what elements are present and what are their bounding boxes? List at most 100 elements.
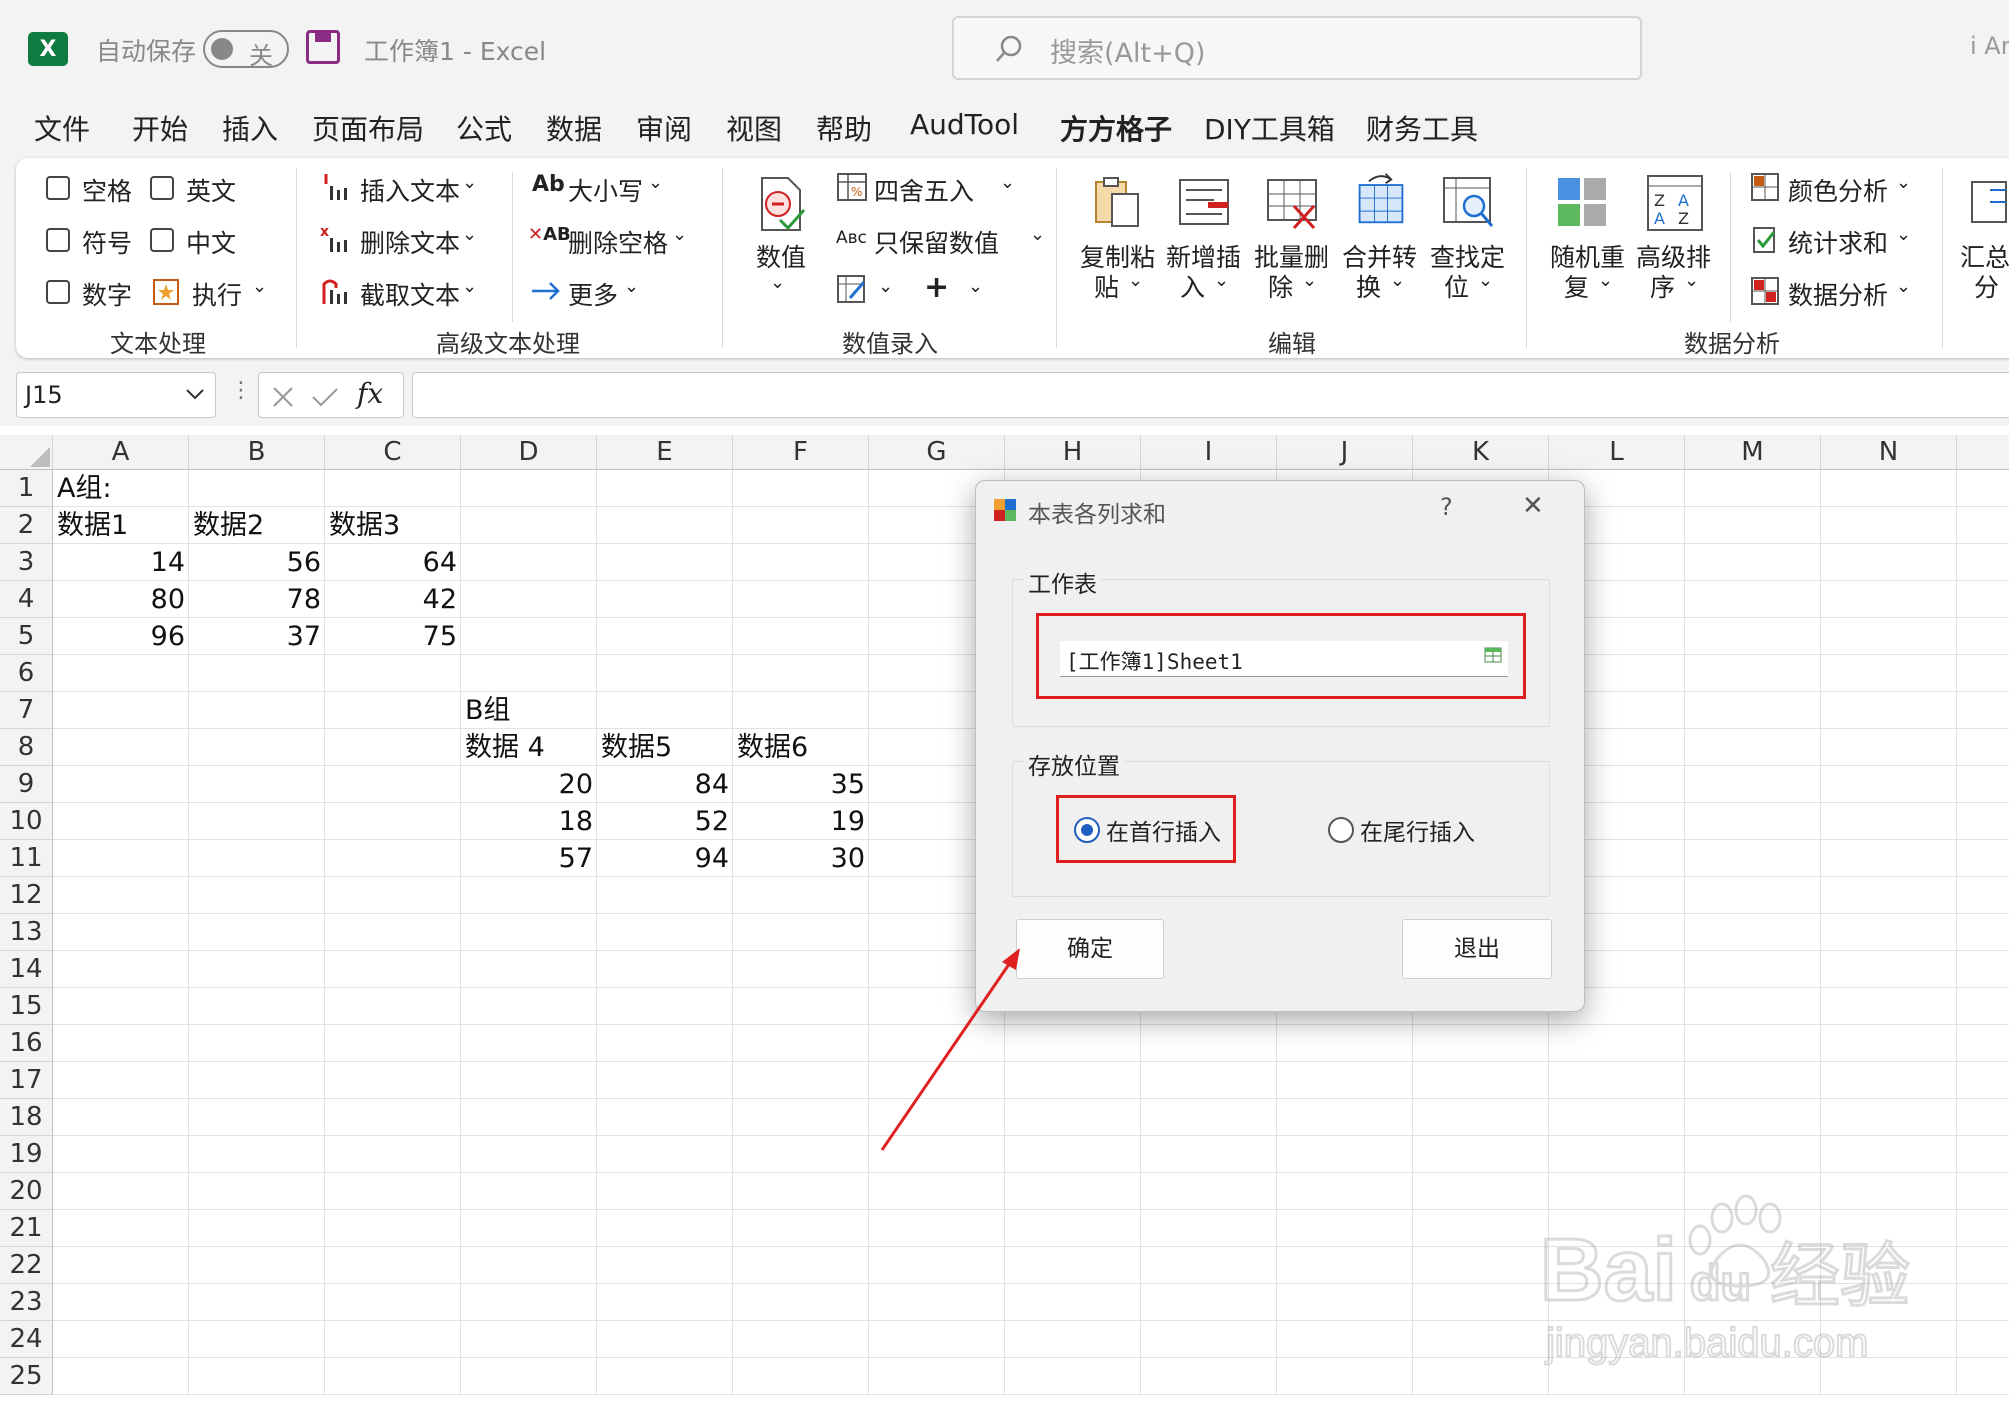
checkbox-symbol[interactable] (46, 228, 70, 252)
confirm-icon[interactable] (311, 385, 339, 409)
cell-f10[interactable]: 19 (733, 803, 869, 840)
column-header-b[interactable]: B (189, 435, 325, 470)
radio-last-row[interactable] (1328, 817, 1354, 843)
chevron-down-icon[interactable]: ⌄ (1478, 270, 1493, 291)
column-header-l[interactable]: L (1549, 435, 1685, 470)
cell-f11[interactable]: 30 (733, 840, 869, 877)
column-header-k[interactable]: K (1413, 435, 1549, 470)
chevron-down-icon[interactable]: ⌄ (770, 272, 785, 293)
color-analysis-button[interactable]: 颜色分析 (1788, 172, 1888, 208)
tab-data[interactable]: 数据 (546, 108, 602, 148)
select-all-corner[interactable] (0, 435, 53, 470)
cell-a3[interactable]: 14 (53, 544, 189, 581)
chevron-down-icon[interactable]: ⌄ (878, 276, 893, 297)
row-header-10[interactable]: 10 (0, 803, 53, 840)
row-header-14[interactable]: 14 (0, 951, 53, 988)
row-header-11[interactable]: 11 (0, 840, 53, 877)
chevron-down-icon[interactable]: ⌄ (462, 172, 477, 193)
row-header-20[interactable]: 20 (0, 1173, 53, 1210)
row-header-24[interactable]: 24 (0, 1321, 53, 1358)
cell-f9[interactable]: 35 (733, 766, 869, 803)
chevron-down-icon[interactable]: ⌄ (1000, 172, 1015, 193)
tab-page-layout[interactable]: 页面布局 (312, 108, 424, 148)
cell-e8[interactable]: 数据5 (597, 729, 733, 766)
more-button[interactable]: 更多 (568, 276, 618, 312)
cell-a5[interactable]: 96 (53, 618, 189, 655)
chevron-down-icon[interactable]: ⌄ (462, 224, 477, 245)
chevron-down-icon[interactable]: ⌄ (1896, 224, 1911, 245)
chevron-down-icon[interactable]: ⌄ (648, 172, 663, 193)
tab-view[interactable]: 视图 (726, 108, 782, 148)
row-header-5[interactable]: 5 (0, 618, 53, 655)
extract-text-button[interactable]: 截取文本 (360, 276, 460, 312)
chevron-down-icon[interactable]: ⌄ (1896, 276, 1911, 297)
chevron-down-icon[interactable]: ⌄ (252, 276, 267, 297)
chevron-down-icon[interactable]: ⌄ (1128, 270, 1143, 291)
tab-help[interactable]: 帮助 (816, 108, 872, 148)
row-header-2[interactable]: 2 (0, 507, 53, 544)
row-header-13[interactable]: 13 (0, 914, 53, 951)
row-header-9[interactable]: 9 (0, 766, 53, 803)
cell-a2[interactable]: 数据1 (53, 507, 189, 544)
insert-text-button[interactable]: 插入文本 (360, 172, 460, 208)
row-header-17[interactable]: 17 (0, 1062, 53, 1099)
cell-b3[interactable]: 56 (189, 544, 325, 581)
chevron-down-icon[interactable]: ⌄ (1302, 270, 1317, 291)
column-header-a[interactable]: A (53, 435, 189, 470)
user-name[interactable]: i An (1970, 32, 2009, 60)
row-header-21[interactable]: 21 (0, 1210, 53, 1247)
row-header-3[interactable]: 3 (0, 544, 53, 581)
stat-sum-button[interactable]: 统计求和 (1788, 224, 1888, 260)
cell-f8[interactable]: 数据6 (733, 729, 869, 766)
row-header-7[interactable]: 7 (0, 692, 53, 729)
chevron-down-icon[interactable]: ⌄ (1896, 172, 1911, 193)
checkbox-number[interactable] (46, 280, 70, 304)
tab-diy-toolbox[interactable]: DIY工具箱 (1204, 108, 1335, 148)
close-icon[interactable]: ✕ (1522, 491, 1544, 521)
column-header-c[interactable]: C (325, 435, 461, 470)
cell-d10[interactable]: 18 (461, 803, 597, 840)
checkbox-space[interactable] (46, 176, 70, 200)
tab-fangfanggezi[interactable]: 方方格子 (1060, 108, 1173, 158)
number-button[interactable]: 数值 (756, 238, 806, 274)
cell-b5[interactable]: 37 (189, 618, 325, 655)
cell-a4[interactable]: 80 (53, 581, 189, 618)
row-header-1[interactable]: 1 (0, 470, 53, 507)
chevron-down-icon[interactable]: ⌄ (462, 276, 477, 297)
cell-b4[interactable]: 78 (189, 581, 325, 618)
chevron-down-icon[interactable] (185, 387, 205, 401)
row-header-16[interactable]: 16 (0, 1025, 53, 1062)
autosave-toggle[interactable]: 关 (203, 30, 289, 70)
chevron-down-icon[interactable]: ⌄ (672, 224, 687, 245)
round-button[interactable]: 四舍五入 (874, 172, 974, 208)
row-header-12[interactable]: 12 (0, 877, 53, 914)
column-header-f[interactable]: F (733, 435, 869, 470)
row-header-18[interactable]: 18 (0, 1099, 53, 1136)
cell-c4[interactable]: 42 (325, 581, 461, 618)
cell-e9[interactable]: 84 (597, 766, 733, 803)
cell-d8[interactable]: 数据 4 (461, 729, 597, 766)
column-header-d[interactable]: D (461, 435, 597, 470)
column-header-h[interactable]: H (1005, 435, 1141, 470)
column-header-n[interactable]: N (1821, 435, 1957, 470)
cell-e11[interactable]: 94 (597, 840, 733, 877)
cell-d7[interactable]: B组 (461, 692, 597, 729)
chevron-down-icon[interactable]: ⌄ (1030, 224, 1045, 245)
execute-button[interactable]: 执行 (192, 276, 242, 312)
cell-d11[interactable]: 57 (461, 840, 597, 877)
checkbox-chinese[interactable] (150, 228, 174, 252)
case-button[interactable]: 大小写 (568, 172, 643, 208)
cell-e10[interactable]: 52 (597, 803, 733, 840)
checkbox-english[interactable] (150, 176, 174, 200)
tab-review[interactable]: 审阅 (636, 108, 692, 148)
row-header-25[interactable]: 25 (0, 1358, 53, 1395)
chevron-down-icon[interactable]: ⌄ (1684, 270, 1699, 291)
chevron-down-icon[interactable]: ⌄ (1598, 270, 1613, 291)
column-header-i[interactable]: I (1141, 435, 1277, 470)
tab-finance-tools[interactable]: 财务工具 (1366, 108, 1478, 148)
row-header-15[interactable]: 15 (0, 988, 53, 1025)
tab-audtool[interactable]: AudTool (910, 108, 1019, 141)
cell-c3[interactable]: 64 (325, 544, 461, 581)
row-header-22[interactable]: 22 (0, 1247, 53, 1284)
option-last-row-label[interactable]: 在尾行插入 (1360, 813, 1475, 847)
